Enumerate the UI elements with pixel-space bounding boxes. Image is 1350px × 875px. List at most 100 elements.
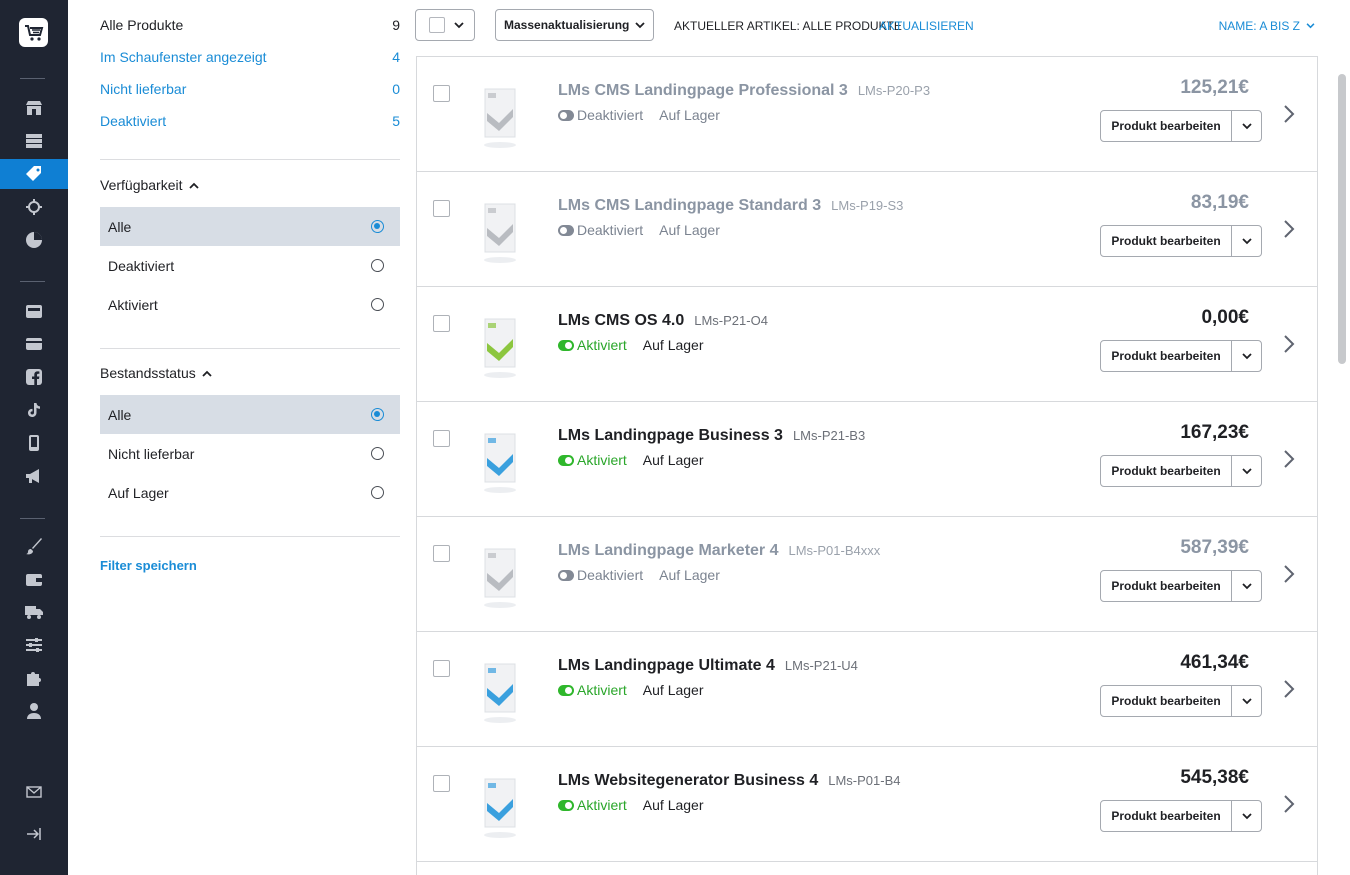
stock-header[interactable]: Bestandsstatus <box>100 365 212 381</box>
chevron-right-icon[interactable] <box>1283 219 1295 239</box>
radio-button[interactable] <box>371 259 384 272</box>
facebook-icon[interactable] <box>0 362 68 392</box>
product-title[interactable]: LMs CMS OS 4.0 LMs-P21-O4 <box>558 312 768 330</box>
toggle-icon[interactable] <box>558 340 574 351</box>
toggle-icon[interactable] <box>558 570 574 581</box>
brush-icon[interactable] <box>0 531 68 561</box>
bulk-update-dropdown[interactable]: Massenaktualisierung <box>495 9 654 41</box>
stock-option-not-available[interactable]: Nicht lieferbar <box>100 434 400 473</box>
chevron-right-icon[interactable] <box>1283 679 1295 699</box>
edit-options-dropdown[interactable] <box>1232 111 1261 141</box>
filter-label: Nicht lieferbar <box>100 81 187 97</box>
product-row[interactable]: LMs Landingpage Business 3 LMs-P21-B3 Akt… <box>417 402 1317 517</box>
stock-status: Auf Lager <box>642 452 704 468</box>
radio-button[interactable] <box>371 447 384 460</box>
sliders-icon[interactable] <box>0 630 68 660</box>
availability-option-deactivated[interactable]: Deaktiviert <box>100 246 400 285</box>
edit-options-dropdown[interactable] <box>1232 456 1261 486</box>
store-icon[interactable] <box>0 93 68 123</box>
product-row[interactable]: LMs Websitegenerator Business 4 LMs-P01-B… <box>417 747 1317 862</box>
target-icon[interactable] <box>0 192 68 222</box>
product-row[interactable]: LMs CMS Landingpage Professional 3 LMs-P2… <box>417 57 1317 172</box>
tiktok-icon[interactable] <box>0 395 68 425</box>
product-row[interactable]: LMs CMS Landingpage Standard 3 LMs-P19-S3… <box>417 172 1317 287</box>
row-checkbox[interactable] <box>433 85 450 102</box>
toggle-icon[interactable] <box>558 225 574 236</box>
product-title[interactable]: LMs CMS Landingpage Standard 3 LMs-P19-S3 <box>558 197 903 215</box>
row-checkbox[interactable] <box>433 545 450 562</box>
product-sku: LMs-P21-O4 <box>694 313 768 328</box>
truck-icon[interactable] <box>0 597 68 627</box>
user-icon[interactable] <box>0 696 68 726</box>
edit-product-split-button: Produkt bearbeiten <box>1100 225 1262 257</box>
edit-options-dropdown[interactable] <box>1232 686 1261 716</box>
sort-dropdown[interactable]: NAME: A BIS Z <box>1219 19 1315 33</box>
mail-icon[interactable] <box>0 777 68 807</box>
product-title[interactable]: LMs Landingpage Business 3 LMs-P21-B3 <box>558 427 865 445</box>
toggle-icon[interactable] <box>558 455 574 466</box>
chevron-down-icon <box>454 21 464 28</box>
stock-option-all[interactable]: Alle <box>100 395 400 434</box>
toggle-icon[interactable] <box>558 800 574 811</box>
radio-button[interactable] <box>371 298 384 311</box>
product-row[interactable]: LMs Landingpage Marketer 4 LMs-P01-B4xxx … <box>417 517 1317 632</box>
product-title[interactable]: LMs Landingpage Marketer 4 LMs-P01-B4xxx <box>558 542 880 560</box>
product-title[interactable]: LMs CMS Landingpage Professional 3 LMs-P2… <box>558 82 930 100</box>
store-logo-icon[interactable] <box>19 18 48 47</box>
edit-product-button[interactable]: Produkt bearbeiten <box>1101 571 1232 601</box>
edit-product-button[interactable]: Produkt bearbeiten <box>1101 111 1232 141</box>
row-checkbox[interactable] <box>433 660 450 677</box>
chevron-right-icon[interactable] <box>1283 564 1295 584</box>
shop-icon[interactable] <box>0 296 68 326</box>
filter-deactivated[interactable]: Deaktiviert 5 <box>100 110 400 132</box>
row-checkbox[interactable] <box>433 775 450 792</box>
availability-header[interactable]: Verfügbarkeit <box>100 177 199 193</box>
refresh-link[interactable]: AKTUALISIEREN <box>879 19 974 33</box>
stock-option-in-stock[interactable]: Auf Lager <box>100 473 400 512</box>
chevron-right-icon[interactable] <box>1283 334 1295 354</box>
edit-product-button[interactable]: Produkt bearbeiten <box>1101 686 1232 716</box>
edit-options-dropdown[interactable] <box>1232 801 1261 831</box>
chevron-right-icon[interactable] <box>1283 104 1295 124</box>
chevron-right-icon[interactable] <box>1283 794 1295 814</box>
card-icon[interactable] <box>0 329 68 359</box>
edit-options-dropdown[interactable] <box>1232 341 1261 371</box>
filter-all-products[interactable]: Alle Produkte 9 <box>100 14 400 36</box>
product-title[interactable]: LMs Landingpage Ultimate 4 LMs-P21-U4 <box>558 657 858 675</box>
radio-button[interactable] <box>371 220 384 233</box>
availability-option-activated[interactable]: Aktiviert <box>100 285 400 324</box>
edit-product-button[interactable]: Produkt bearbeiten <box>1101 801 1232 831</box>
mobile-icon[interactable] <box>0 428 68 458</box>
product-title[interactable]: LMs Websitegenerator Business 4 LMs-P01-B… <box>558 772 900 790</box>
radio-button[interactable] <box>371 486 384 499</box>
pie-chart-icon[interactable] <box>0 225 68 255</box>
toggle-icon[interactable] <box>558 110 574 121</box>
toggle-icon[interactable] <box>558 685 574 696</box>
scrollbar[interactable] <box>1338 74 1346 364</box>
inventory-icon[interactable] <box>0 126 68 156</box>
product-row[interactable]: LMs CMS OS 4.0 LMs-P21-O4 Aktiviert Auf L… <box>417 287 1317 402</box>
edit-product-button[interactable]: Produkt bearbeiten <box>1101 226 1232 256</box>
logout-icon[interactable] <box>0 819 68 849</box>
edit-options-dropdown[interactable] <box>1232 571 1261 601</box>
edit-product-button[interactable]: Produkt bearbeiten <box>1101 341 1232 371</box>
edit-product-button[interactable]: Produkt bearbeiten <box>1101 456 1232 486</box>
row-checkbox[interactable] <box>433 315 450 332</box>
chevron-right-icon[interactable] <box>1283 449 1295 469</box>
availability-option-all[interactable]: Alle <box>100 207 400 246</box>
wallet-icon[interactable] <box>0 564 68 594</box>
select-all-checkbox[interactable] <box>429 17 445 33</box>
product-row[interactable]: LMs Landingpage Ultimate 4 LMs-P21-U4 Akt… <box>417 632 1317 747</box>
select-all-dropdown[interactable] <box>415 9 475 41</box>
product-price: 545,38€ <box>1180 767 1249 788</box>
edit-options-dropdown[interactable] <box>1232 226 1261 256</box>
filter-not-available[interactable]: Nicht lieferbar 0 <box>100 78 400 100</box>
save-filter-link[interactable]: Filter speichern <box>100 558 197 573</box>
row-checkbox[interactable] <box>433 200 450 217</box>
filter-showcase[interactable]: Im Schaufenster angezeigt 4 <box>100 46 400 68</box>
row-checkbox[interactable] <box>433 430 450 447</box>
radio-button[interactable] <box>371 408 384 421</box>
tag-icon[interactable] <box>0 159 68 189</box>
megaphone-icon[interactable] <box>0 461 68 491</box>
puzzle-icon[interactable] <box>0 663 68 693</box>
